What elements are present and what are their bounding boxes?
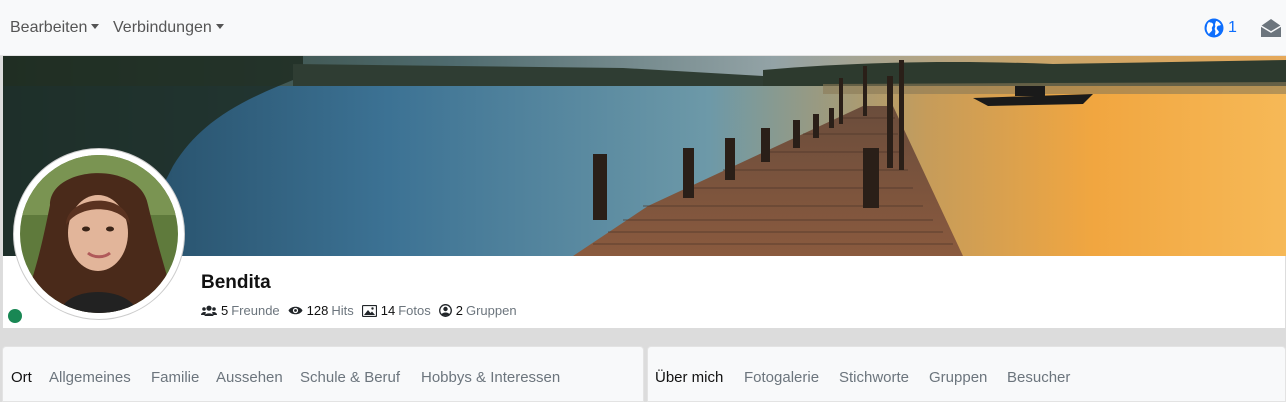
caret-down-icon xyxy=(91,24,100,30)
cover-photo xyxy=(3,56,1286,256)
tab-aussehen[interactable]: Aussehen xyxy=(216,369,283,386)
globe-icon[interactable] xyxy=(1204,18,1224,38)
friends-label: Freunde xyxy=(231,303,280,318)
tab-besucher[interactable]: Besucher xyxy=(1007,369,1070,386)
users-icon xyxy=(201,305,217,316)
tab-schule-beruf[interactable]: Schule & Beruf xyxy=(300,369,400,386)
hits-label: Hits xyxy=(331,303,354,318)
tab-fotogalerie[interactable]: Fotogalerie xyxy=(744,369,819,386)
profile-name: Bendita xyxy=(201,272,271,293)
tab-hobbys-interessen[interactable]: Hobbys & Interessen xyxy=(421,369,560,386)
edit-menu-label: Bearbeiten xyxy=(10,19,88,36)
hits-count: 128 xyxy=(306,303,329,318)
photos-stat[interactable]: 14 Fotos xyxy=(361,303,431,318)
edit-menu-dropdown[interactable]: Bearbeiten xyxy=(10,19,100,37)
avatar-photo xyxy=(20,155,178,313)
profile-avatar[interactable] xyxy=(13,148,185,320)
profile-stats: 5 Freunde 128 Hits 14 Fotos 2 Gruppen xyxy=(201,303,525,318)
user-circle-icon xyxy=(438,304,452,317)
friends-stat[interactable]: 5 Freunde xyxy=(201,303,280,318)
online-status-dot xyxy=(8,309,22,323)
eye-icon xyxy=(288,306,303,315)
photos-label: Fotos xyxy=(398,303,431,318)
hits-stat: 128 Hits xyxy=(288,303,354,318)
tab-ueber-mich[interactable]: Über mich xyxy=(655,369,723,386)
friends-count: 5 xyxy=(221,303,229,318)
photos-count: 14 xyxy=(380,303,396,318)
notification-count[interactable]: 1 xyxy=(1228,19,1237,37)
connections-menu-label: Verbindungen xyxy=(113,19,212,36)
caret-down-icon xyxy=(215,24,224,30)
groups-count: 2 xyxy=(455,303,463,318)
tab-allgemeines[interactable]: Allgemeines xyxy=(49,369,131,386)
profile-card: Bendita 5 Freunde 128 Hits 14 Fotos 2 Gr… xyxy=(2,56,1286,328)
image-icon xyxy=(361,304,377,317)
tab-gruppen[interactable]: Gruppen xyxy=(929,369,987,386)
tab-familie[interactable]: Familie xyxy=(151,369,199,386)
envelope-icon[interactable] xyxy=(1260,18,1282,38)
groups-stat[interactable]: 2 Gruppen xyxy=(438,303,517,318)
connections-menu-dropdown[interactable]: Verbindungen xyxy=(113,19,224,37)
groups-label: Gruppen xyxy=(465,303,517,318)
lake-pier-image xyxy=(3,56,1286,256)
top-navbar: Bearbeiten Verbindungen 1 xyxy=(0,0,1286,56)
tab-stichworte[interactable]: Stichworte xyxy=(839,369,909,386)
profile-content-tabs: Über mich Fotogalerie Stichworte Gruppen… xyxy=(647,346,1286,402)
profile-info-tabs: Ort Allgemeines Familie Aussehen Schule … xyxy=(2,346,644,402)
tab-ort[interactable]: Ort xyxy=(11,369,32,386)
